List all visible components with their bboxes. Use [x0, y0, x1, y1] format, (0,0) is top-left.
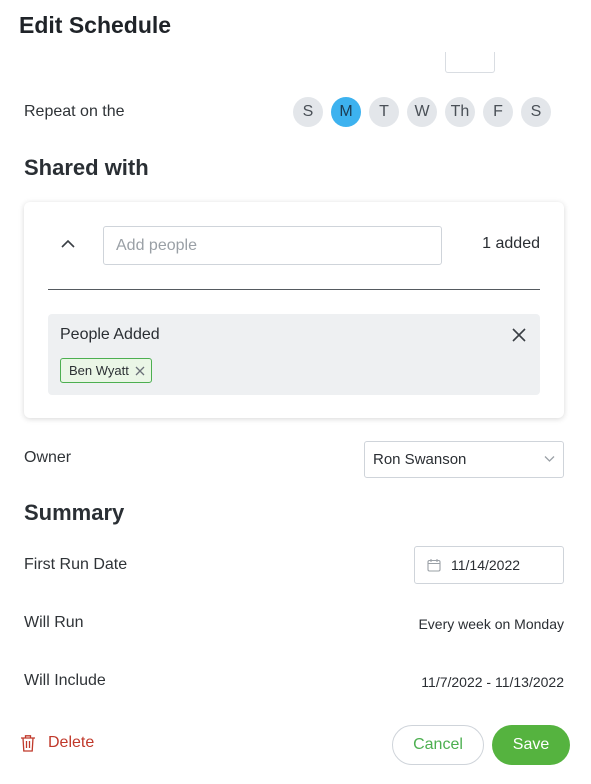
- people-added-panel: People Added Ben Wyatt: [48, 314, 540, 395]
- day-wednesday[interactable]: W: [407, 97, 437, 127]
- day-saturday[interactable]: S: [521, 97, 551, 127]
- added-count: 1 added: [482, 235, 540, 252]
- calendar-icon: [427, 559, 441, 572]
- person-chip-label: Ben Wyatt: [69, 363, 129, 378]
- owner-select[interactable]: Ron Swanson: [364, 441, 564, 478]
- repeat-label: Repeat on the: [24, 103, 125, 120]
- trash-icon: [21, 735, 35, 752]
- person-chip: Ben Wyatt: [60, 358, 152, 383]
- day-sunday[interactable]: S: [293, 97, 323, 127]
- shared-with-heading: Shared with: [24, 155, 149, 180]
- day-picker: S M T W Th F S: [293, 97, 551, 127]
- first-run-label: First Run Date: [24, 556, 128, 573]
- summary-heading: Summary: [24, 500, 125, 525]
- will-include-value: 11/7/2022 - 11/13/2022: [421, 674, 564, 690]
- add-people-input[interactable]: [103, 226, 442, 265]
- people-added-title: People Added: [60, 326, 160, 343]
- day-monday[interactable]: M: [331, 97, 361, 127]
- first-run-date-value: 11/14/2022: [451, 557, 521, 573]
- day-tuesday[interactable]: T: [369, 97, 399, 127]
- delete-button[interactable]: Delete: [20, 734, 94, 752]
- will-include-label: Will Include: [24, 672, 106, 689]
- cancel-button[interactable]: Cancel: [392, 725, 484, 765]
- first-run-date-field[interactable]: 11/14/2022: [414, 546, 564, 584]
- partial-field[interactable]: [445, 52, 495, 73]
- will-run-label: Will Run: [24, 614, 84, 631]
- owner-value: Ron Swanson: [373, 451, 467, 468]
- owner-label: Owner: [24, 449, 72, 466]
- will-run-value: Every week on Monday: [418, 616, 564, 632]
- save-button[interactable]: Save: [492, 725, 570, 765]
- day-thursday[interactable]: Th: [445, 97, 475, 127]
- remove-icon[interactable]: [135, 366, 145, 376]
- close-icon[interactable]: [512, 328, 526, 342]
- chevron-down-icon: [544, 456, 555, 462]
- dialog-title: Edit Schedule: [19, 12, 172, 38]
- delete-label: Delete: [48, 734, 95, 751]
- day-friday[interactable]: F: [483, 97, 513, 127]
- divider: [48, 289, 540, 290]
- chevron-up-icon[interactable]: [60, 236, 76, 252]
- shared-with-card: 1 added People Added Ben Wyatt: [24, 202, 564, 418]
